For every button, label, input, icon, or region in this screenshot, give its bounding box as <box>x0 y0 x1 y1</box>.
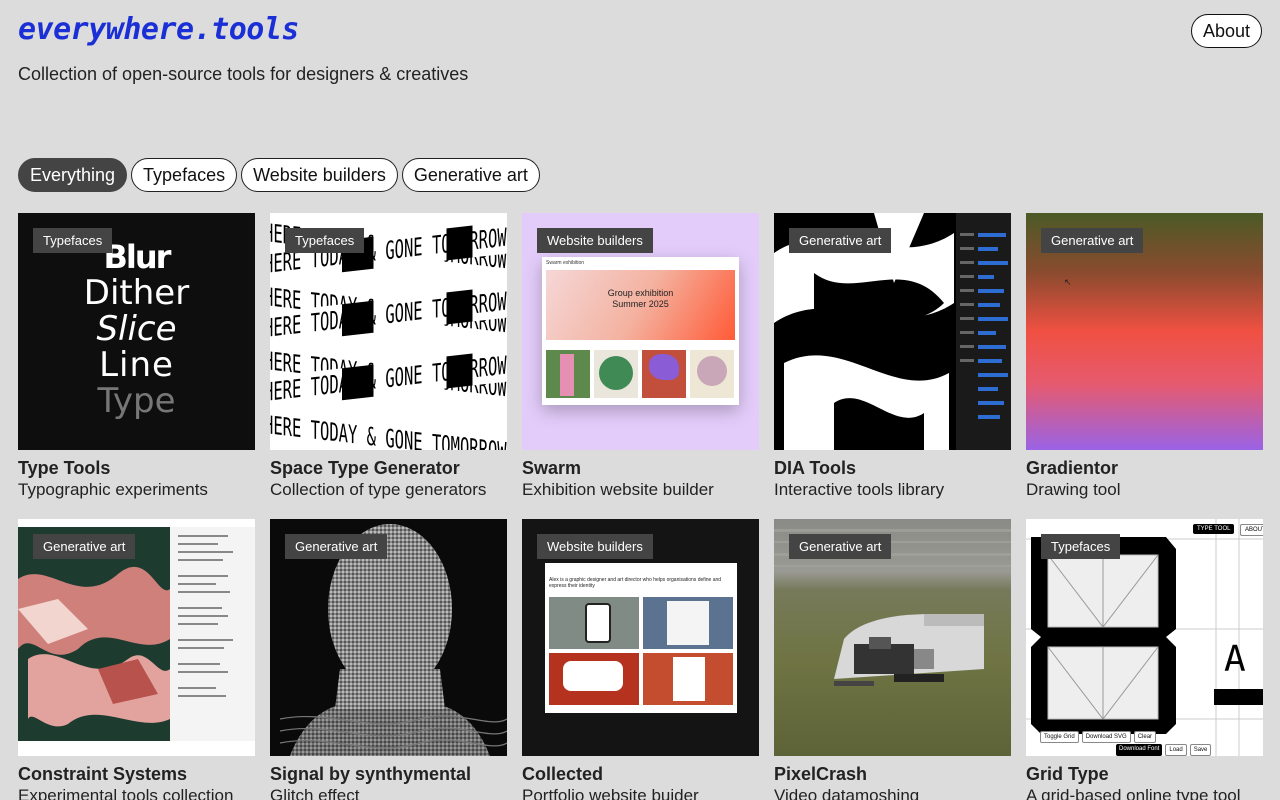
card-title[interactable]: PixelCrash <box>774 764 1011 785</box>
card-title[interactable]: Collected <box>522 764 759 785</box>
filter-typefaces[interactable]: Typefaces <box>131 158 238 192</box>
card-thumbnail[interactable]: Generative art <box>270 519 507 756</box>
card-thumbnail[interactable]: A Typefaces TYPE TOOL ABOUT Toggle Grid … <box>1026 519 1263 756</box>
card-title[interactable]: Type Tools <box>18 458 255 479</box>
card-tag: Typefaces <box>33 228 113 253</box>
card-subtitle: Collection of type generators <box>270 480 487 499</box>
card-title[interactable]: Signal by synthymental <box>270 764 507 785</box>
card-subtitle: Typographic experiments <box>18 480 208 499</box>
card-thumbnail[interactable]: Website builders Alex is a graphic desig… <box>522 519 759 756</box>
card-tag: Website builders <box>537 534 653 559</box>
card-subtitle: Interactive tools library <box>774 480 945 499</box>
card-thumbnail[interactable]: Website builders Swarm exhibition Group … <box>522 213 759 450</box>
card-tag: Generative art <box>789 534 892 559</box>
card-subtitle: Video datamoshing <box>774 786 920 800</box>
preview-heading: Group exhibition Summer 2025 <box>607 288 674 309</box>
card-thumbnail[interactable]: Typefaces HERE TODAY & GONE TOMORROW HERE… <box>270 213 507 450</box>
grid-type-controls: Toggle Grid Download SVG Clear <box>1040 731 1157 743</box>
load-button: Load <box>1165 744 1187 756</box>
filter-generative-art[interactable]: Generative art <box>401 158 540 192</box>
thumb-word: Dither <box>83 273 190 313</box>
filter-website-builders[interactable]: Website builders <box>241 158 398 192</box>
tool-card-swarm[interactable]: Website builders Swarm exhibition Group … <box>522 213 759 505</box>
card-subtitle: A grid-based online type tool <box>1026 786 1241 800</box>
card-title[interactable]: Grid Type <box>1026 764 1263 785</box>
preview-hero: Group exhibition Summer 2025 <box>546 270 735 340</box>
card-title[interactable]: Gradientor <box>1026 458 1263 479</box>
card-title[interactable]: Space Type Generator <box>270 458 507 479</box>
tool-card-pixelcrash[interactable]: Generative art PixelCrash Video datamosh… <box>774 519 1011 800</box>
site-preview: Swarm exhibition Group exhibition Summer… <box>542 257 739 405</box>
card-title[interactable]: Swarm <box>522 458 759 479</box>
tool-card-type-tools[interactable]: Typefaces Blur Dither Slice Line Type Ty… <box>18 213 255 505</box>
card-thumbnail[interactable]: Generative art <box>774 213 1011 450</box>
nav-about: ABOUT <box>1240 524 1263 536</box>
card-tag: Generative art <box>1041 228 1144 253</box>
card-subtitle: Drawing tool <box>1026 480 1121 499</box>
card-tag: Generative art <box>285 534 388 559</box>
filter-bar: Everything Typefaces Website builders Ge… <box>18 158 540 192</box>
card-title[interactable]: Constraint Systems <box>18 764 255 785</box>
card-subtitle: Glitch effect <box>270 786 360 800</box>
card-subtitle: Exhibition website builder <box>522 480 714 499</box>
card-title[interactable]: DIA Tools <box>774 458 1011 479</box>
preview-site-name: Swarm exhibition <box>546 260 585 266</box>
preview-intro: Alex is a graphic designer and art direc… <box>549 577 722 589</box>
thumb-word: Line <box>99 345 174 385</box>
filter-everything[interactable]: Everything <box>18 158 128 192</box>
tool-card-gradientor[interactable]: Generative art ↖ Gradientor Drawing tool <box>1026 213 1263 505</box>
card-tag: Typefaces <box>285 228 365 253</box>
card-subtitle: Portfolio website buider <box>522 786 699 800</box>
card-tag: Generative art <box>789 228 892 253</box>
cursor-icon: ↖ <box>1064 277 1072 287</box>
clear-button: Clear <box>1133 731 1157 743</box>
preview-artworks <box>546 350 735 398</box>
thumb-word: Type <box>97 381 176 421</box>
card-thumbnail[interactable]: Typefaces Blur Dither Slice Line Type <box>18 213 255 450</box>
toggle-grid-button: Toggle Grid <box>1040 731 1079 743</box>
tool-card-collected[interactable]: Website builders Alex is a graphic desig… <box>522 519 759 800</box>
tool-card-signal[interactable]: Generative art Signal by synthymental Gl… <box>270 519 507 800</box>
portfolio-preview: Alex is a graphic designer and art direc… <box>545 563 737 713</box>
site-logo[interactable]: everywhere.tools <box>18 12 299 47</box>
tool-card-space-type-generator[interactable]: Typefaces HERE TODAY & GONE TOMORROW HERE… <box>270 213 507 505</box>
wave-text-row: HERE TODAY & GONE TOMORROW <box>270 410 507 450</box>
card-tag: Website builders <box>537 228 653 253</box>
nav-type-tool: TYPE TOOL <box>1193 524 1235 534</box>
grid-type-file-controls: Download Font Load Save <box>1116 744 1212 756</box>
tool-card-grid-type[interactable]: A Typefaces TYPE TOOL ABOUT Toggle Grid … <box>1026 519 1263 800</box>
tools-grid: Typefaces Blur Dither Slice Line Type Ty… <box>18 213 1263 800</box>
svg-text:A: A <box>1224 639 1246 680</box>
card-thumbnail[interactable]: Generative art <box>18 519 255 756</box>
about-button[interactable]: About <box>1190 14 1262 48</box>
tool-card-dia-tools[interactable]: Generative art DIA Tools Interactive too… <box>774 213 1011 505</box>
save-button: Save <box>1189 744 1212 756</box>
card-thumbnail[interactable]: Generative art ↖ <box>1026 213 1263 450</box>
thumb-word: Slice <box>96 309 177 349</box>
site-tagline: Collection of open-source tools for desi… <box>18 64 469 84</box>
card-tag: Generative art <box>33 534 136 559</box>
card-subtitle: Experimental tools collection <box>18 786 234 800</box>
tool-card-constraint-systems[interactable]: Generative art Constraint Systems Experi… <box>18 519 255 800</box>
download-font-button: Download Font <box>1116 744 1163 756</box>
download-svg-button: Download SVG <box>1081 731 1131 743</box>
card-thumbnail[interactable]: Generative art <box>774 519 1011 756</box>
card-tag: Typefaces <box>1041 534 1121 559</box>
